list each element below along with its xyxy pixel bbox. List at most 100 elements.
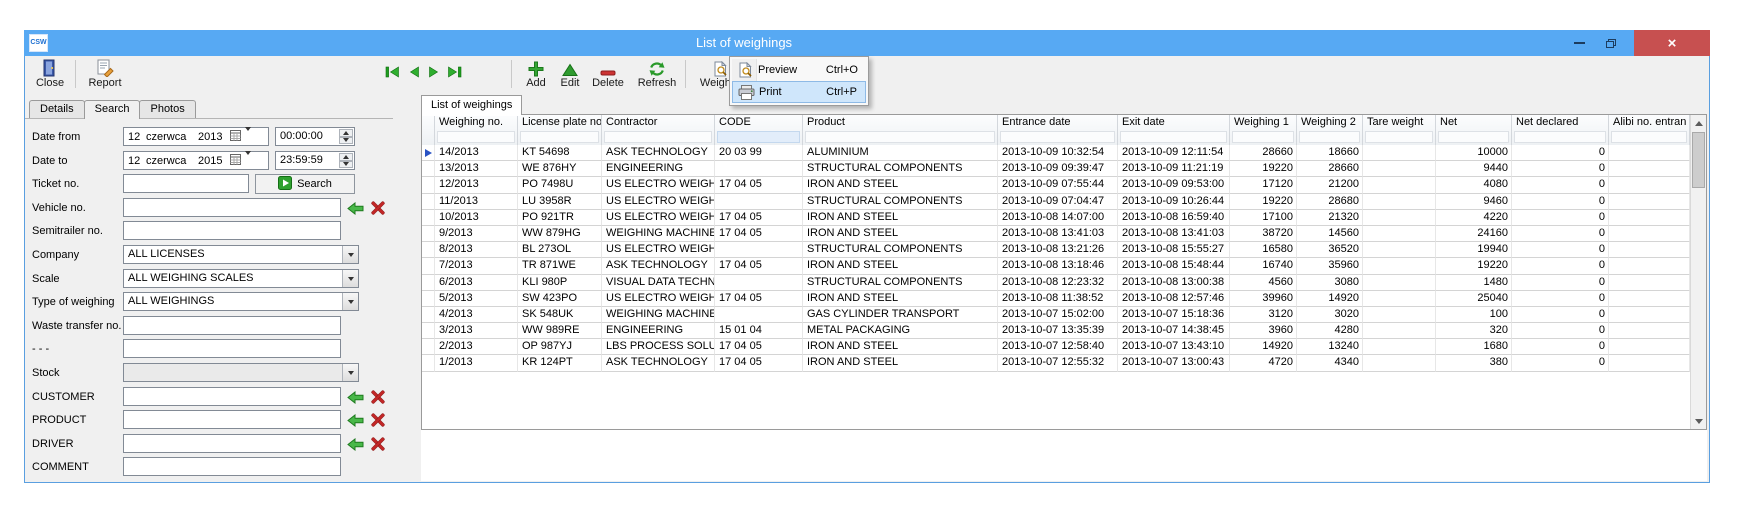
grid-cell[interactable]: 2013-10-08 12:23:32	[998, 275, 1118, 291]
grid-cell[interactable]: 18660	[1297, 145, 1363, 161]
grid-cell[interactable]: 10/2013	[435, 210, 518, 226]
edit-button[interactable]: Edit	[555, 58, 585, 91]
grid-cell[interactable]: LBS PROCESS SOLUTION	[602, 339, 715, 355]
table-row[interactable]: 12/2013PO 7498UUS ELECTRO WEIGH17 04 05I…	[422, 177, 1690, 193]
grid-cell[interactable]: 11/2013	[435, 194, 518, 210]
grid-cell[interactable]: 2013-10-09 12:11:54	[1118, 145, 1230, 161]
grid-cell[interactable]: 17 04 05	[715, 355, 803, 371]
grid-cell[interactable]: 17 04 05	[715, 177, 803, 193]
grid-cell[interactable]: OP 987YJ	[518, 339, 602, 355]
scale-select[interactable]: ALL WEIGHING SCALES	[123, 269, 359, 288]
grid-cell[interactable]: IRON AND STEEL	[803, 291, 998, 307]
grid-cell[interactable]	[1363, 210, 1436, 226]
grid-cell[interactable]: 1/2013	[435, 355, 518, 371]
column-header-weighing-1[interactable]: Weighing 1	[1230, 115, 1297, 145]
grid-cell[interactable]: IRON AND STEEL	[803, 177, 998, 193]
company-select[interactable]: ALL LICENSES	[123, 245, 359, 264]
grid-cell[interactable]: METAL PACKAGING	[803, 323, 998, 339]
column-header-entrance-date[interactable]: Entrance date	[998, 115, 1118, 145]
grid-cell[interactable]	[1609, 355, 1690, 371]
grid-cell[interactable]: 14920	[1297, 291, 1363, 307]
grid-cell[interactable]: 2013-10-09 10:26:44	[1118, 194, 1230, 210]
grid-cell[interactable]: 0	[1512, 339, 1609, 355]
table-row[interactable]: 14/2013KT 54698ASK TECHNOLOGY20 03 99ALU…	[422, 145, 1690, 161]
type-of-weighing-select[interactable]: ALL WEIGHINGS	[123, 292, 359, 311]
clear-x-icon[interactable]	[369, 412, 387, 428]
grid-cell[interactable]: 5/2013	[435, 291, 518, 307]
column-filter-box[interactable]	[1365, 131, 1433, 143]
grid-cell[interactable]: ENGINEERING	[602, 161, 715, 177]
grid-cell[interactable]	[1609, 323, 1690, 339]
grid-cell[interactable]: 0	[1512, 323, 1609, 339]
column-header-tare-weight[interactable]: Tare weight	[1363, 115, 1436, 145]
chevron-down-icon[interactable]	[245, 155, 251, 167]
grid-cell[interactable]: 2013-10-09 07:04:47	[998, 194, 1118, 210]
grid-cell[interactable]: 2013-10-07 13:00:43	[1118, 355, 1230, 371]
grid-cell[interactable]: 6/2013	[435, 275, 518, 291]
nav-last-button[interactable]	[445, 64, 463, 80]
table-row[interactable]: 1/2013KR 124PTASK TECHNOLOGY17 04 05IRON…	[422, 355, 1690, 371]
grid-cell[interactable]: 4080	[1436, 177, 1512, 193]
grid-cell[interactable]: 2013-10-08 15:55:27	[1118, 242, 1230, 258]
grid-cell[interactable]: 12/2013	[435, 177, 518, 193]
grid-cell[interactable]	[1609, 210, 1690, 226]
grid-cell[interactable]: 2013-10-08 13:18:46	[998, 258, 1118, 274]
grid-cell[interactable]	[715, 307, 803, 323]
grid-cell[interactable]: 14920	[1230, 339, 1297, 355]
scroll-up-icon[interactable]	[1691, 115, 1706, 131]
nav-first-button[interactable]	[383, 64, 401, 80]
minimize-button[interactable]	[1564, 30, 1594, 56]
grid-cell[interactable]: KR 124PT	[518, 355, 602, 371]
grid-cell[interactable]: 0	[1512, 307, 1609, 323]
grid-cell[interactable]: 2013-10-08 16:59:40	[1118, 210, 1230, 226]
grid-cell[interactable]: 9440	[1436, 161, 1512, 177]
semitrailer-no-input[interactable]	[123, 221, 341, 240]
customer-input[interactable]	[123, 387, 341, 406]
grid-cell[interactable]	[1609, 339, 1690, 355]
menu-item-print[interactable]: Print Ctrl+P	[732, 81, 866, 103]
grid-cell[interactable]: 0	[1512, 145, 1609, 161]
grid-cell[interactable]: 2013-10-07 14:38:45	[1118, 323, 1230, 339]
grid-cell[interactable]: IRON AND STEEL	[803, 355, 998, 371]
column-header-product[interactable]: Product	[803, 115, 998, 145]
grid-cell[interactable]	[1363, 258, 1436, 274]
chevron-down-icon[interactable]	[245, 131, 251, 143]
grid-cell[interactable]: 2013-10-07 13:35:39	[998, 323, 1118, 339]
column-filter-box[interactable]	[604, 131, 712, 143]
grid-cell[interactable]: 19940	[1436, 242, 1512, 258]
delete-button[interactable]: Delete	[587, 58, 629, 91]
grid-cell[interactable]: 2013-10-07 15:02:00	[998, 307, 1118, 323]
column-header-net-declared[interactable]: Net declared	[1512, 115, 1609, 145]
table-row[interactable]: 2/2013OP 987YJLBS PROCESS SOLUTION17 04 …	[422, 339, 1690, 355]
grid-cell[interactable]: SW 423PO	[518, 291, 602, 307]
grid-cell[interactable]: 20 03 99	[715, 145, 803, 161]
grid-cell[interactable]: 3120	[1230, 307, 1297, 323]
grid-cell[interactable]: STRUCTURAL COMPONENTS	[803, 194, 998, 210]
grid-cell[interactable]: 2/2013	[435, 339, 518, 355]
grid-cell[interactable]: 0	[1512, 226, 1609, 242]
grid-cell[interactable]: STRUCTURAL COMPONENTS	[803, 242, 998, 258]
column-filter-box[interactable]	[1000, 131, 1115, 143]
clear-x-icon[interactable]	[369, 436, 387, 452]
table-row[interactable]: 4/2013SK 548UKWEIGHING MACHINESGAS CYLIN…	[422, 307, 1690, 323]
grid-cell[interactable]: 7/2013	[435, 258, 518, 274]
column-header-exit-date[interactable]: Exit date	[1118, 115, 1230, 145]
column-header-weighing-no[interactable]: Weighing no.	[435, 115, 518, 145]
tab-photos[interactable]: Photos	[139, 100, 195, 118]
column-header-alibi-no-entran[interactable]: Alibi no. entran	[1609, 115, 1690, 145]
grid-cell[interactable]: WW 879HG	[518, 226, 602, 242]
menu-item-preview[interactable]: Preview Ctrl+O	[732, 59, 866, 81]
table-row[interactable]: 8/2013BL 273OLUS ELECTRO WEIGHSTRUCTURAL…	[422, 242, 1690, 258]
column-filter-box[interactable]	[1514, 131, 1606, 143]
grid-cell[interactable]	[1609, 226, 1690, 242]
grid-cell[interactable]: US ELECTRO WEIGH	[602, 177, 715, 193]
grid-cell[interactable]: PO 921TR	[518, 210, 602, 226]
time-to-spinner[interactable]	[339, 153, 353, 168]
clear-x-icon[interactable]	[369, 200, 387, 216]
grid-cell[interactable]	[1609, 145, 1690, 161]
grid-cell[interactable]: 3020	[1297, 307, 1363, 323]
date-from-input[interactable]: 12 czerwca 2013	[123, 127, 269, 146]
grid-cell[interactable]: 24160	[1436, 226, 1512, 242]
grid-cell[interactable]: 0	[1512, 194, 1609, 210]
grid-cell[interactable]	[1609, 161, 1690, 177]
